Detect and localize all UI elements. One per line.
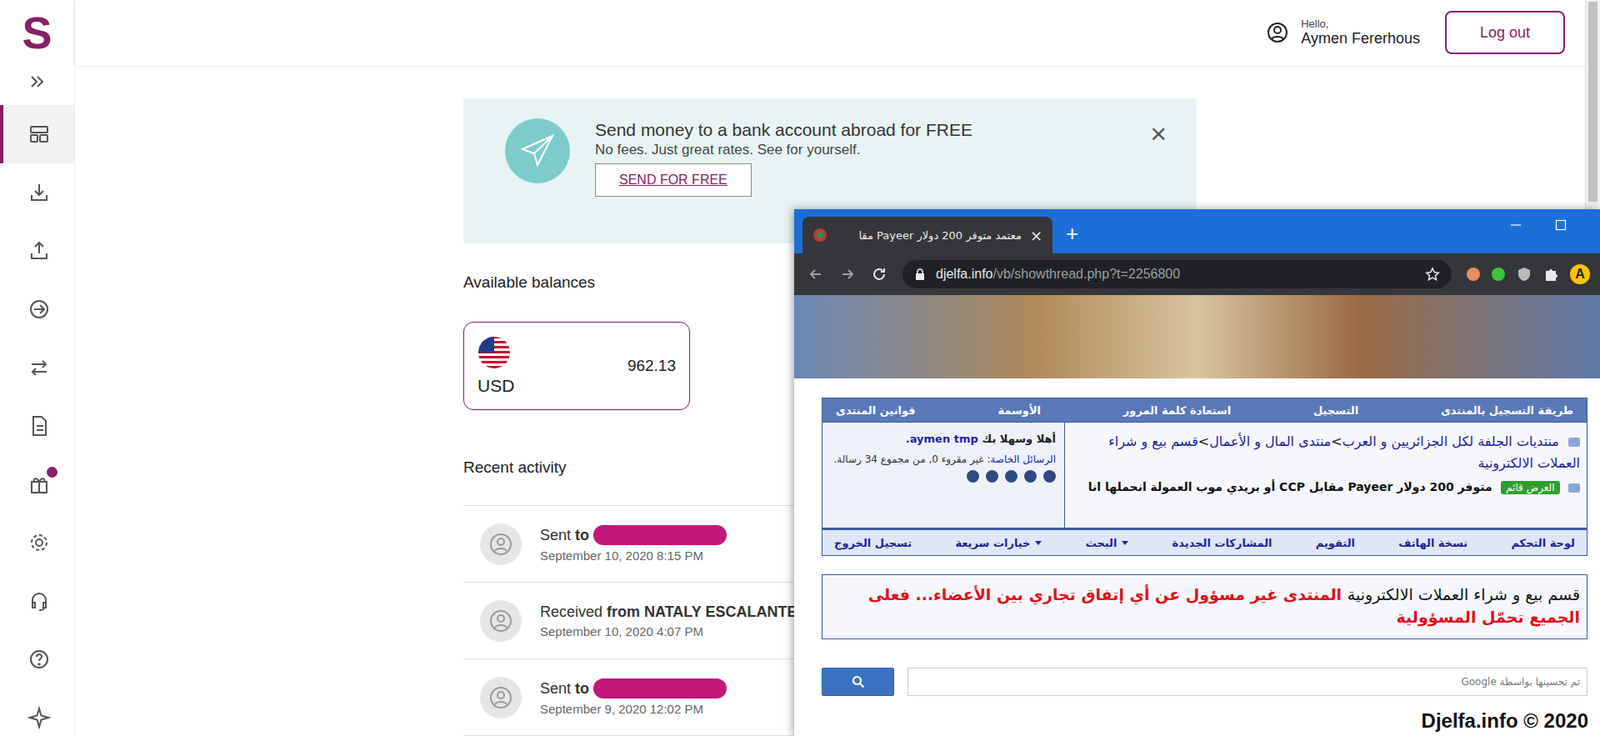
us-flag-icon bbox=[477, 335, 511, 370]
address-bar[interactable]: djelfa.info/vb/showthread.php?t=2256800 bbox=[902, 260, 1452, 289]
folder-icon bbox=[1568, 437, 1580, 447]
nav-link[interactable]: استعادة كلمة المرور bbox=[1123, 404, 1231, 417]
nav-link[interactable]: خيارات سريعة bbox=[955, 536, 1042, 550]
status-badge: العرض قائم bbox=[1500, 480, 1560, 495]
redaction-mark bbox=[593, 525, 727, 545]
rewards-icon bbox=[27, 705, 51, 730]
tab-strip: معتمد متوفر 200 دولار Payeer مقا × + bbox=[794, 209, 1600, 254]
search-input[interactable]: تم تحسينها بواسطة Google bbox=[907, 667, 1588, 696]
thread-title: متوفر 200 دولار Payeer مقابل CCP أو بريد… bbox=[1088, 480, 1493, 494]
gift-icon bbox=[27, 472, 51, 496]
breadcrumb-link[interactable]: منتدى المال و الأعمال bbox=[1209, 433, 1331, 450]
minimize-icon[interactable] bbox=[1510, 219, 1522, 231]
dropdown-arrow-icon bbox=[1035, 540, 1042, 545]
tab-close-button[interactable]: × bbox=[1030, 226, 1043, 245]
skrill-page: S Hello, Aymen Fererhous Log out Send mo… bbox=[0, 0, 1600, 736]
sidebar-item[interactable] bbox=[0, 688, 75, 736]
logout-icon[interactable] bbox=[966, 470, 980, 483]
send-for-free-button[interactable]: SEND FOR FREE bbox=[595, 163, 752, 197]
profile-avatar[interactable]: A bbox=[1570, 264, 1590, 285]
sidebar-item[interactable] bbox=[0, 396, 75, 455]
forward-icon[interactable] bbox=[839, 265, 856, 283]
close-button[interactable]: × bbox=[1145, 118, 1172, 149]
avatar-icon bbox=[480, 676, 522, 719]
shield-icon[interactable] bbox=[1516, 266, 1532, 282]
puzzle-icon[interactable] bbox=[1543, 266, 1559, 282]
sidebar-item[interactable] bbox=[0, 630, 75, 689]
nav-link[interactable]: لوحة التحكم bbox=[1510, 536, 1575, 550]
search-button[interactable] bbox=[821, 667, 895, 696]
sidebar-item[interactable] bbox=[0, 455, 75, 514]
exchange-icon bbox=[27, 355, 51, 380]
avatar-icon bbox=[480, 523, 522, 565]
settings-icon bbox=[27, 530, 51, 555]
chat-icon[interactable] bbox=[1024, 470, 1037, 483]
top-bar: Hello, Aymen Fererhous Log out bbox=[75, 0, 1585, 65]
breadcrumb-link[interactable]: منتديات الجلفة لكل الجزائريين و العرب bbox=[1342, 433, 1560, 450]
maximize-icon[interactable] bbox=[1555, 219, 1567, 231]
browser-tab[interactable]: معتمد متوفر 200 دولار Payeer مقا × bbox=[802, 216, 1053, 254]
extension-icon[interactable] bbox=[1491, 267, 1505, 281]
transfer-icon bbox=[27, 297, 51, 321]
support-icon bbox=[27, 589, 51, 613]
folder-icon bbox=[1568, 483, 1580, 493]
deposit-icon bbox=[27, 180, 51, 205]
help-icon bbox=[27, 647, 51, 671]
balance-card[interactable]: USD 962.13 bbox=[463, 321, 690, 410]
nav-link[interactable]: البحث bbox=[1085, 536, 1130, 550]
document-icon bbox=[27, 414, 51, 438]
dropdown-arrow-icon bbox=[1121, 540, 1129, 545]
withdraw-icon bbox=[27, 239, 51, 263]
breadcrumb: منتديات الجلفة لكل الجزائريين و العرب>من… bbox=[1071, 430, 1580, 474]
watermark: Djelfa.info © 2020 bbox=[1415, 707, 1595, 735]
user-greeting: Hello, Aymen Fererhous bbox=[1265, 17, 1420, 48]
redaction-mark bbox=[593, 678, 727, 699]
forum-notice: قسم بيع و شراء العملات الالكترونية المنت… bbox=[821, 574, 1588, 640]
add-user-icon[interactable] bbox=[1005, 470, 1018, 483]
clock-icon[interactable] bbox=[1043, 470, 1056, 483]
back-icon[interactable] bbox=[807, 265, 825, 283]
paper-plane-icon bbox=[505, 118, 570, 184]
extension-icon[interactable] bbox=[1466, 267, 1480, 281]
star-icon[interactable] bbox=[1425, 266, 1440, 282]
sidebar-item[interactable] bbox=[0, 163, 75, 222]
nav-link[interactable]: نسخة الهاتف bbox=[1398, 536, 1468, 550]
sidebar: S bbox=[0, 0, 75, 736]
notification-dot bbox=[46, 466, 58, 478]
browser-toolbar: djelfa.info/vb/showthread.php?t=2256800 … bbox=[794, 253, 1600, 295]
search-icon bbox=[851, 675, 865, 689]
user-icon bbox=[1265, 20, 1290, 45]
sidebar-item[interactable] bbox=[0, 105, 75, 164]
nav-link[interactable]: طريقة التسجيل بالمنتدى bbox=[1440, 404, 1574, 417]
nav-link[interactable]: تسجيل الخروج bbox=[834, 536, 912, 550]
sidebar-item[interactable] bbox=[0, 221, 75, 280]
sidebar-item[interactable] bbox=[0, 513, 75, 572]
forum-top-nav: طريقة التسجيل بالمنتدى التسجيل استعادة كلم… bbox=[821, 397, 1588, 423]
nav-link[interactable]: الأوسمة bbox=[997, 404, 1041, 417]
forum-banner bbox=[794, 295, 1600, 379]
nav-link[interactable]: التسجيل bbox=[1313, 404, 1359, 417]
skrill-logo[interactable]: S bbox=[0, 0, 75, 65]
nav-link[interactable]: التقويم bbox=[1315, 536, 1355, 550]
favicon-icon bbox=[812, 227, 828, 243]
dashboard-icon bbox=[27, 122, 51, 146]
lock-icon bbox=[914, 267, 926, 281]
browser-window[interactable]: معتمد متوفر 200 دولار Payeer مقا × + dje… bbox=[794, 209, 1600, 736]
sidebar-item[interactable] bbox=[0, 571, 75, 630]
avatar-icon bbox=[480, 600, 522, 642]
reload-icon[interactable] bbox=[870, 265, 888, 283]
thread-info: منتديات الجلفة لكل الجزائريين و العرب>من… bbox=[821, 422, 1588, 529]
new-tab-button[interactable]: + bbox=[1065, 220, 1079, 247]
logout-button[interactable]: Log out bbox=[1445, 10, 1565, 55]
nav-link[interactable]: المشاركات الجديدة bbox=[1172, 536, 1273, 550]
forum-page: طريقة التسجيل بالمنتدى التسجيل استعادة كلم… bbox=[794, 295, 1600, 736]
forum-bottom-nav: لوحة التحكم نسخة الهاتف التقويم المشاركات ا… bbox=[821, 528, 1588, 556]
gear-icon[interactable] bbox=[985, 470, 999, 483]
expand-icon[interactable] bbox=[0, 65, 75, 99]
google-search: تم تحسينها بواسطة Google bbox=[821, 667, 1588, 696]
sidebar-item[interactable] bbox=[0, 338, 75, 397]
nav-link[interactable]: قوانين المنتدى bbox=[835, 404, 916, 417]
sidebar-item[interactable] bbox=[0, 280, 75, 339]
